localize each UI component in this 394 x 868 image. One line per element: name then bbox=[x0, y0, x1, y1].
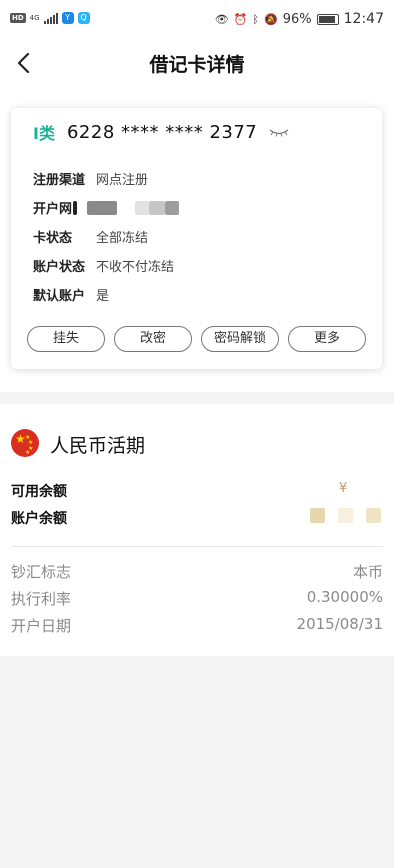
page-title: 借记卡详情 bbox=[149, 54, 245, 76]
eye-icon: 👁 bbox=[214, 12, 229, 26]
hd-indicator: HD bbox=[10, 13, 26, 23]
info-row-currency-type: 钞汇标志 本币 bbox=[11, 561, 383, 582]
bluetooth-icon: ᛒ bbox=[252, 12, 260, 26]
unlock-password-button[interactable]: 密码解锁 bbox=[201, 326, 279, 352]
card-header: I类 6228 **** **** 2377 bbox=[33, 120, 289, 144]
search-app-icon: Q bbox=[77, 12, 90, 24]
row-label: 开户网 bbox=[33, 202, 73, 217]
row-label: 注册渠道 bbox=[33, 173, 86, 188]
china-flag-icon: ★ ★ ★ ★ ★ bbox=[11, 429, 39, 457]
redacted-branch-block bbox=[73, 200, 78, 215]
report-loss-button[interactable]: 挂失 bbox=[27, 326, 105, 352]
alarm-icon: ⏰ bbox=[233, 12, 248, 26]
info-label: 钞汇标志 bbox=[11, 563, 72, 581]
info-value: 本币 bbox=[352, 563, 383, 581]
row-card-status: 卡状态 全部冻结 bbox=[33, 222, 179, 251]
row-label: 卡状态 bbox=[33, 231, 73, 246]
redacted-branch-block bbox=[135, 200, 150, 215]
row-value: 是 bbox=[96, 289, 110, 304]
status-bar: HD 4G Y Q 👁 ⏰ ᛒ 🔕 96% 12:47 bbox=[0, 0, 394, 40]
row-default-account: 默认账户 是 bbox=[33, 280, 179, 309]
battery-icon bbox=[316, 13, 339, 25]
card-info-list: 注册渠道 网点注册 开户网 卡状态 全部冻结 账户状态 不收不付冻结 默认账户 … bbox=[33, 164, 180, 309]
row-open-branch: 开户网 bbox=[33, 193, 180, 222]
row-account-status: 账户状态 不收不付冻结 bbox=[33, 251, 179, 280]
row-label: 账户状态 bbox=[33, 260, 86, 275]
info-label: 开户日期 bbox=[11, 617, 72, 635]
row-label: 默认账户 bbox=[33, 289, 86, 304]
info-row-open-date: 开户日期 2015/08/31 bbox=[11, 615, 383, 636]
more-button[interactable]: 更多 bbox=[288, 326, 366, 352]
card-number: 6228 **** **** 2377 bbox=[66, 121, 258, 143]
change-password-button[interactable]: 改密 bbox=[114, 326, 192, 352]
network-type: 4G bbox=[29, 14, 40, 22]
battery-percent: 96% bbox=[282, 11, 312, 27]
account-section: ★ ★ ★ ★ ★ 人民币活期 可用余额 ¥ 账户余额 钞汇标志 本币 执行利率… bbox=[0, 404, 394, 656]
info-label: 执行利率 bbox=[11, 590, 72, 608]
available-balance-label: 可用余额 bbox=[11, 484, 67, 500]
redacted-branch-block bbox=[149, 200, 166, 215]
mute-icon: 🔕 bbox=[264, 12, 278, 26]
currency-title: 人民币活期 bbox=[50, 435, 146, 457]
info-value: 2015/08/31 bbox=[296, 615, 383, 633]
header: 借记卡详情 bbox=[0, 40, 394, 90]
app-notification-icon: Y bbox=[61, 12, 74, 24]
card-type-badge: I类 bbox=[33, 124, 55, 143]
divider bbox=[11, 546, 383, 547]
account-balance-label: 账户余额 bbox=[11, 511, 67, 527]
eye-closed-icon[interactable] bbox=[269, 127, 289, 137]
clock: 12:47 bbox=[343, 11, 384, 27]
available-balance-value: ¥ bbox=[339, 481, 348, 496]
row-value: 不收不付冻结 bbox=[96, 260, 175, 275]
row-value: 全部冻结 bbox=[96, 231, 149, 246]
info-value: 0.30000% bbox=[306, 588, 383, 606]
debit-card-panel: I类 6228 **** **** 2377 注册渠道 网点注册 开户网 卡状态… bbox=[11, 108, 382, 369]
row-register-channel: 注册渠道 网点注册 bbox=[33, 164, 179, 193]
row-value: 网点注册 bbox=[96, 173, 149, 188]
signal-icon bbox=[43, 12, 58, 24]
redacted-branch-block bbox=[165, 200, 180, 215]
info-row-interest-rate: 执行利率 0.30000% bbox=[11, 588, 383, 609]
redacted-balance bbox=[310, 508, 381, 523]
card-actions: 挂失 改密 密码解锁 更多 bbox=[27, 326, 366, 352]
redacted-branch-block bbox=[87, 200, 118, 215]
